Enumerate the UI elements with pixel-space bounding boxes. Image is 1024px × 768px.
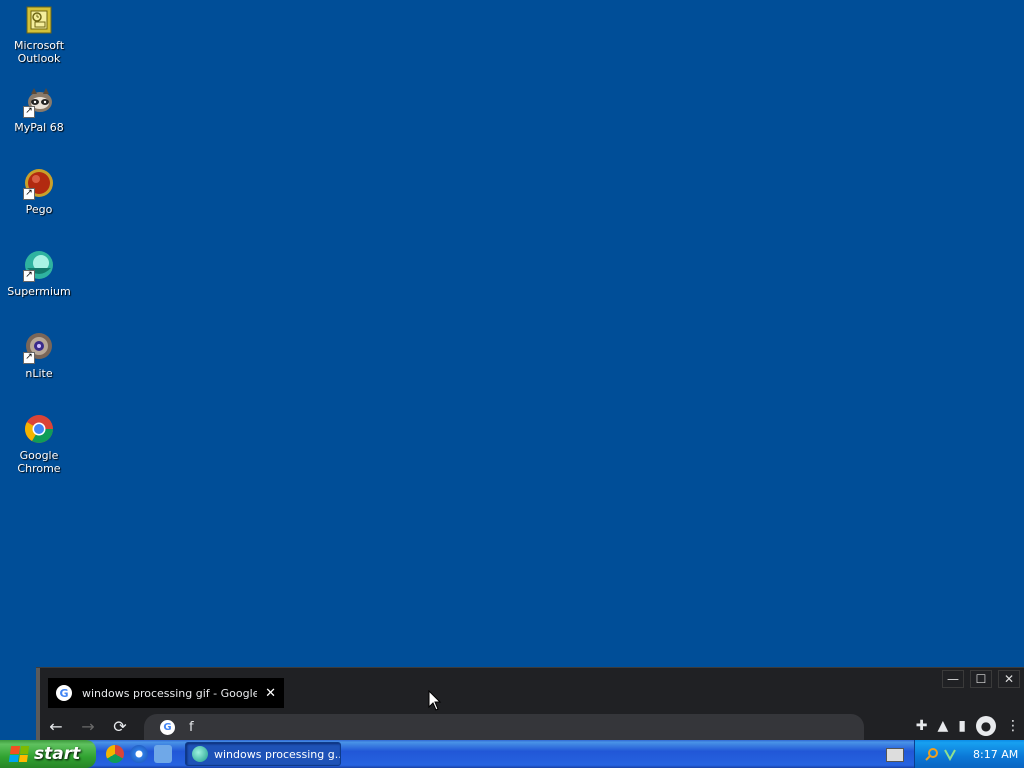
side-panel-icon[interactable]: ▮ [958, 718, 966, 734]
search-icon[interactable] [925, 747, 939, 761]
taskbar-item-browser[interactable]: windows processing g... [185, 742, 341, 766]
outlook-express-icon[interactable] [154, 745, 172, 763]
desktop-icon-label: Supermium [7, 285, 71, 298]
desktop-icon-label: Microsoft Outlook [13, 39, 65, 65]
toolbar-actions: ✚ ▲ ▮ ● ⋮ [916, 716, 1020, 736]
back-button[interactable]: ← [40, 717, 72, 736]
desktop-icon-supermium[interactable]: ↗ Supermium [0, 250, 78, 298]
labs-icon[interactable]: ▲ [938, 718, 949, 734]
nlite-icon: ↗ [23, 332, 55, 364]
google-search-icon: G [160, 719, 175, 735]
start-label: start [34, 744, 81, 764]
browser-tab[interactable]: G windows processing gif - Google Search… [48, 678, 284, 708]
shortcut-arrow-icon: ↗ [23, 188, 35, 200]
chrome-icon[interactable] [106, 745, 124, 763]
address-bar-value: f [189, 719, 194, 735]
reload-button[interactable]: ⟳ [104, 717, 136, 736]
supermium-icon [192, 746, 208, 762]
desktop-icon-mypal[interactable]: ↗ MyPal 68 [0, 86, 78, 134]
extensions-icon[interactable]: ✚ [916, 718, 928, 734]
profile-icon[interactable]: ● [976, 716, 996, 736]
chrome-icon [23, 414, 55, 446]
menu-icon[interactable]: ⋮ [1006, 718, 1020, 734]
system-tray: 8:17 AM [914, 740, 1024, 768]
desktop-icon-chrome[interactable]: Google Chrome [0, 414, 78, 475]
mouse-cursor-icon [428, 690, 442, 711]
maximize-button[interactable]: ☐ [970, 670, 992, 688]
browser-window[interactable]: G windows processing gif - Google Search… [36, 667, 1024, 741]
close-button[interactable]: ✕ [998, 670, 1020, 688]
shortcut-arrow-icon: ↗ [23, 270, 35, 282]
keyboard-icon[interactable] [886, 748, 904, 762]
network-icon[interactable] [943, 747, 957, 761]
outlook-icon [23, 4, 55, 36]
minimize-button[interactable]: — [942, 670, 964, 688]
ie-icon[interactable] [130, 745, 148, 763]
forward-button[interactable]: → [72, 717, 104, 736]
window-controls: — ☐ ✕ [942, 670, 1020, 688]
shortcut-arrow-icon: ↗ [23, 106, 35, 118]
desktop-icon-pego[interactable]: ↗ Pego [0, 168, 78, 216]
mypal-icon: ↗ [23, 86, 55, 118]
desktop-icon-label: nLite [25, 367, 53, 380]
desktop-icon-label: Pego [25, 203, 53, 216]
taskbar: start windows processing g... 8:17 AM [0, 740, 1024, 768]
desktop-icon-outlook[interactable]: Microsoft Outlook [0, 4, 78, 65]
start-button[interactable]: start [0, 740, 96, 768]
windows-logo-icon [8, 746, 30, 762]
desktop-icon-nlite[interactable]: ↗ nLite [0, 332, 78, 380]
shortcut-arrow-icon: ↗ [23, 352, 35, 364]
desktop-icon-label: Google Chrome [17, 449, 61, 475]
supermium-icon: ↗ [23, 250, 55, 282]
google-favicon-icon: G [56, 685, 72, 701]
quick-launch [106, 745, 172, 763]
pego-icon: ↗ [23, 168, 55, 200]
browser-toolbar: ← → ⟳ G f ✚ ▲ ▮ ● ⋮ [40, 712, 1024, 740]
tab-title: windows processing gif - Google Search [82, 686, 258, 700]
desktop-icon-label: MyPal 68 [14, 121, 64, 134]
tab-close-icon[interactable]: ✕ [265, 686, 276, 701]
taskbar-item-label: windows processing g... [214, 747, 340, 761]
clock[interactable]: 8:17 AM [973, 748, 1018, 761]
address-bar[interactable]: G f [144, 714, 864, 740]
